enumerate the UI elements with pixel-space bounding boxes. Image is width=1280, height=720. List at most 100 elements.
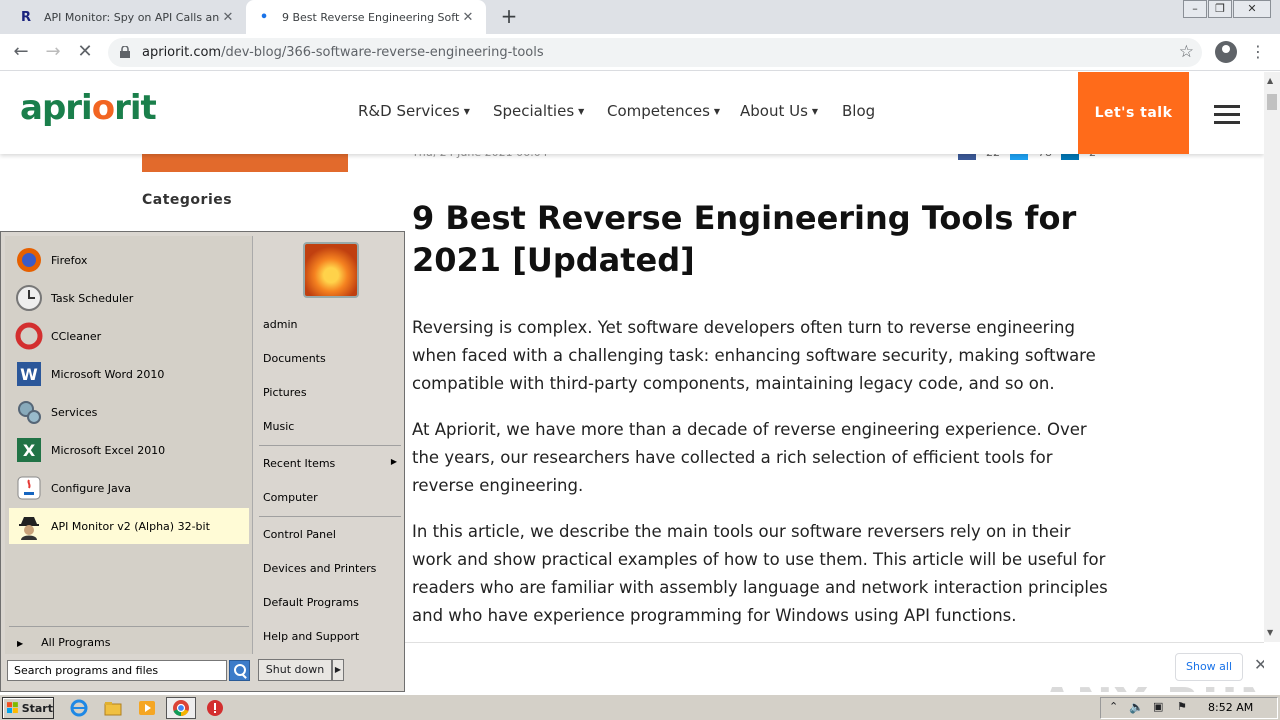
hamburger-menu-icon[interactable]	[1214, 105, 1240, 129]
nav-label: Specialties	[493, 102, 575, 120]
scroll-thumb[interactable]	[1267, 94, 1277, 110]
chrome-taskbar-button[interactable]	[166, 697, 196, 719]
logo-part: o	[91, 88, 115, 128]
program-services[interactable]: Services	[9, 394, 249, 430]
tab-title: 9 Best Reverse Engineering Softwar	[282, 10, 460, 24]
restore-button[interactable]: ❐	[1208, 0, 1232, 18]
volume-icon[interactable]: 🔈	[1129, 700, 1144, 714]
divider	[259, 445, 401, 446]
start-button[interactable]: Start	[2, 697, 54, 719]
lock-icon	[120, 46, 130, 58]
internet-explorer-icon[interactable]	[70, 699, 88, 717]
file-explorer-icon[interactable]	[104, 699, 122, 717]
start-label: Start	[21, 701, 53, 715]
show-all-button[interactable]: Show all	[1175, 653, 1243, 681]
nav-about-us[interactable]: About Us ▼	[740, 102, 818, 120]
chrome-menu-icon[interactable]: ⋮	[1250, 42, 1266, 61]
menu-music[interactable]: Music	[263, 420, 294, 433]
nav-label: R&D Services	[358, 102, 460, 120]
tab-title: API Monitor: Spy on API Calls and C	[44, 10, 220, 24]
menu-computer[interactable]: Computer	[263, 491, 318, 504]
url-host: apriorit.com	[142, 45, 222, 60]
spy-icon	[13, 510, 45, 542]
menu-pictures[interactable]: Pictures	[263, 386, 307, 399]
program-label: Task Scheduler	[51, 291, 134, 305]
taskbar: Start ⌃ 🔈 ▣ ⚑ 8:52 AM	[0, 694, 1280, 720]
back-button[interactable]: ←	[9, 40, 33, 64]
stop-loading-button[interactable]: ✕	[73, 40, 97, 64]
program-ccleaner[interactable]: CCleaner	[9, 318, 249, 354]
page-scrollbar[interactable]: ▲ ▼	[1264, 72, 1280, 642]
media-player-icon[interactable]	[138, 699, 156, 717]
nav-label: Competences	[607, 102, 710, 120]
chrome-icon	[173, 700, 189, 717]
caret-down-icon: ▼	[463, 107, 470, 116]
program-firefox[interactable]: Firefox	[9, 242, 249, 278]
article-paragraph: Reversing is complex. Yet software devel…	[412, 318, 1096, 393]
program-task-scheduler[interactable]: Task Scheduler	[9, 280, 249, 316]
program-word[interactable]: W Microsoft Word 2010	[9, 356, 249, 392]
lets-talk-button[interactable]: Let's talk	[1078, 72, 1189, 154]
svg-text:W: W	[20, 365, 38, 384]
site-header: apriorit R&D Services ▼ Specialties ▼ Comp…	[0, 72, 1264, 154]
nav-specialties[interactable]: Specialties ▼	[493, 102, 584, 120]
menu-devices-printers[interactable]: Devices and Printers	[263, 562, 376, 575]
close-download-bar-icon[interactable]: ✕	[1254, 655, 1264, 674]
apriorit-logo[interactable]: apriorit	[20, 88, 157, 128]
arrow-right-icon: ▶	[17, 639, 24, 648]
tab-apriorit[interactable]: • 9 Best Reverse Engineering Softwar ✕	[246, 0, 486, 34]
tab-api-monitor[interactable]: R API Monitor: Spy on API Calls and C ✕	[8, 0, 246, 34]
program-label: Services	[51, 405, 98, 419]
word-icon: W	[13, 358, 45, 390]
close-tab-icon[interactable]: ✕	[220, 10, 236, 25]
tray-expand-icon[interactable]: ⌃	[1109, 700, 1118, 713]
url-path: /dev-blog/366-software-reverse-engineeri…	[221, 45, 544, 60]
close-tab-icon[interactable]: ✕	[460, 10, 476, 25]
article-title: 9 Best Reverse Engineering Tools for 202…	[412, 199, 1077, 279]
caret-down-icon: ▼	[811, 107, 819, 116]
article-paragraph: In this article, we describe the main to…	[412, 522, 1108, 625]
divider	[9, 626, 249, 627]
menu-recent-items[interactable]: Recent Items ▶	[263, 457, 397, 470]
program-excel[interactable]: X Microsoft Excel 2010	[9, 432, 249, 468]
program-label: API Monitor v2 (Alpha) 32-bit	[51, 519, 210, 533]
download-bar: ANY RUN Show all ✕	[404, 642, 1264, 692]
user-picture[interactable]	[303, 242, 359, 298]
nav-blog[interactable]: Blog	[842, 102, 875, 120]
program-label: Microsoft Excel 2010	[51, 443, 166, 457]
program-api-monitor[interactable]: API Monitor v2 (Alpha) 32-bit	[9, 508, 249, 544]
program-label: CCleaner	[51, 329, 102, 343]
stop-icon[interactable]	[206, 699, 224, 717]
menu-admin[interactable]: admin	[263, 318, 297, 331]
all-programs-button[interactable]: ▶ All Programs	[17, 636, 110, 649]
shutdown-button[interactable]: Shut down	[258, 659, 332, 681]
bookmark-star-icon[interactable]: ☆	[1179, 42, 1194, 62]
clock[interactable]: 8:52 AM	[1208, 701, 1253, 714]
tab-strip: R API Monitor: Spy on API Calls and C ✕ …	[0, 0, 1280, 34]
minimize-button[interactable]: –	[1183, 0, 1207, 18]
firefox-icon	[13, 244, 45, 276]
all-programs-label: All Programs	[41, 636, 111, 649]
program-configure-java[interactable]: Configure Java	[9, 470, 249, 506]
nav-label: Blog	[842, 102, 876, 120]
new-tab-button[interactable]: +	[498, 5, 520, 27]
nav-competences[interactable]: Competences ▼	[607, 102, 720, 120]
forward-button[interactable]: →	[41, 40, 65, 64]
menu-default-programs[interactable]: Default Programs	[263, 596, 359, 609]
address-bar[interactable]: apriorit.com/dev-blog/366-software-rever…	[108, 38, 1202, 67]
scroll-up-icon[interactable]: ▲	[1267, 76, 1273, 85]
network-icon[interactable]: ▣	[1153, 700, 1163, 713]
search-icon[interactable]	[229, 660, 250, 681]
profile-avatar-icon[interactable]	[1215, 41, 1237, 63]
menu-help-support[interactable]: Help and Support	[263, 630, 359, 643]
java-icon	[13, 472, 45, 504]
action-center-icon[interactable]: ⚑	[1177, 700, 1187, 713]
close-window-button[interactable]: ✕	[1233, 0, 1271, 18]
search-programs-input[interactable]: Search programs and files	[7, 660, 227, 681]
menu-documents[interactable]: Documents	[263, 352, 326, 365]
shutdown-options-icon[interactable]: ▶	[332, 659, 344, 681]
nav-rd-services[interactable]: R&D Services ▼	[358, 102, 470, 120]
excel-icon: X	[13, 434, 45, 466]
scroll-down-icon[interactable]: ▼	[1267, 628, 1273, 637]
menu-control-panel[interactable]: Control Panel	[263, 528, 336, 541]
